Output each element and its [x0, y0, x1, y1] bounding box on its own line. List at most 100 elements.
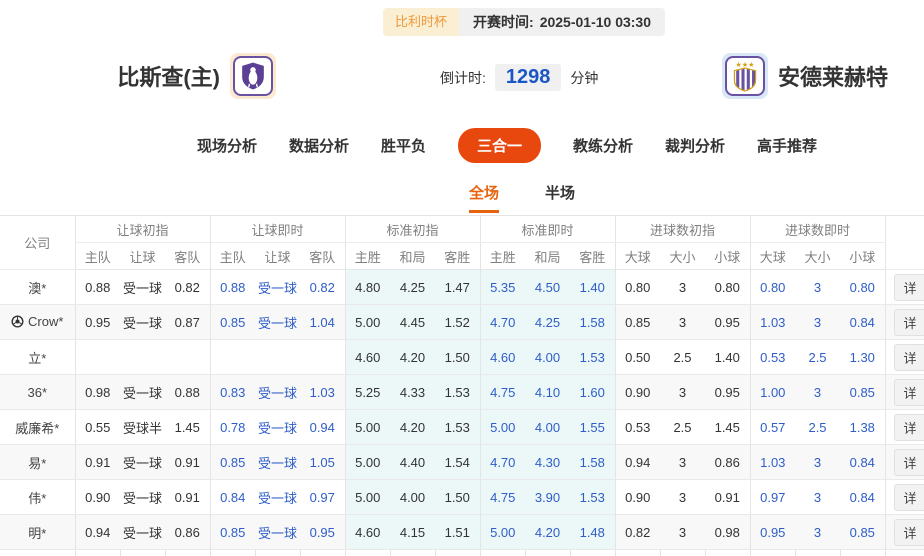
odds-cell: 4.75 — [480, 480, 525, 515]
empty-cell — [390, 550, 435, 556]
odds-cell: 1.03 — [750, 445, 795, 480]
odds-cell: 0.57 — [750, 410, 795, 445]
odds-cell: 1.03 — [750, 305, 795, 340]
odds-cell: 2.5 — [660, 340, 705, 375]
table-row: 立*4.604.201.504.604.001.530.502.51.400.5… — [0, 340, 924, 375]
nav-tab-5[interactable]: 教练分析 — [573, 135, 633, 156]
home-team-crest — [230, 53, 276, 99]
odds-cell: 受一球 — [255, 515, 300, 550]
odds-cell — [210, 340, 255, 375]
table-row: 明*0.94受一球0.860.85受一球0.954.604.151.515.00… — [0, 515, 924, 550]
company-name: 立* — [28, 348, 46, 367]
odds-cell: 1.54 — [435, 445, 480, 480]
group-header-1: 让球初指 — [75, 216, 210, 243]
nav-tab-6[interactable]: 裁判分析 — [665, 135, 725, 156]
detail-cell: 详 — [885, 410, 924, 445]
odds-cell: 受一球 — [120, 270, 165, 305]
odds-cell: 5.00 — [480, 515, 525, 550]
detail-button[interactable]: 详 — [894, 379, 924, 406]
odds-cell: 0.50 — [615, 340, 660, 375]
odds-cell: 0.80 — [750, 270, 795, 305]
away-team-block: ★★★ 安德莱赫特 — [722, 53, 888, 99]
odds-cell: 受一球 — [255, 270, 300, 305]
table-row: 易*0.91受一球0.910.85受一球1.055.004.401.544.70… — [0, 445, 924, 480]
empty-cell — [705, 550, 750, 556]
detail-button[interactable]: 详 — [894, 274, 924, 301]
odds-cell: 0.97 — [300, 480, 345, 515]
odds-table: 公司让球初指让球即时标准初指标准即时进球数初指进球数即时主队让球客队主队让球客队… — [0, 215, 924, 556]
nav-tab-2[interactable]: 数据分析 — [289, 135, 349, 156]
group-header-3: 标准初指 — [345, 216, 480, 243]
odds-cell: 1.58 — [570, 305, 615, 340]
detail-button[interactable]: 详 — [894, 449, 924, 476]
empty-cell — [885, 550, 924, 556]
odds-cell: 4.30 — [525, 445, 570, 480]
sub-header: 主队 — [75, 243, 120, 270]
odds-cell: 受一球 — [255, 480, 300, 515]
company-cell[interactable]: Crow* — [0, 305, 75, 340]
company-cell[interactable]: 伟* — [0, 480, 75, 515]
odds-cell: 0.94 — [300, 410, 345, 445]
home-crest-icon — [233, 56, 273, 96]
company-cell[interactable]: 明* — [0, 515, 75, 550]
empty-cell — [615, 550, 660, 556]
company-cell[interactable]: 易* — [0, 445, 75, 480]
detail-button[interactable]: 详 — [894, 519, 924, 546]
sub-header: 和局 — [525, 243, 570, 270]
odds-cell: 1.60 — [570, 375, 615, 410]
odds-cell: 4.25 — [525, 305, 570, 340]
odds-cell: 0.91 — [165, 445, 210, 480]
odds-cell: 0.88 — [210, 270, 255, 305]
odds-cell: 1.04 — [300, 305, 345, 340]
detail-button[interactable]: 详 — [894, 414, 924, 441]
subtab-1[interactable]: 全场 — [469, 182, 499, 213]
odds-cell: 4.70 — [480, 445, 525, 480]
sub-header: 和局 — [390, 243, 435, 270]
detail-button[interactable]: 详 — [894, 484, 924, 511]
league-badge: 比利时杯 — [383, 8, 459, 36]
nav-tabs: 现场分析 数据分析 胜平负 三合一 教练分析 裁判分析 高手推荐 — [0, 120, 924, 170]
partial-row — [0, 550, 924, 556]
odds-cell: 0.85 — [210, 305, 255, 340]
odds-cell: 3 — [660, 515, 705, 550]
odds-cell: 4.20 — [525, 515, 570, 550]
company-cell[interactable]: 威廉希* — [0, 410, 75, 445]
odds-cell: 1.53 — [570, 480, 615, 515]
home-team-name: 比斯查(主) — [117, 60, 220, 92]
detail-cell: 详 — [885, 375, 924, 410]
company-cell[interactable]: 立* — [0, 340, 75, 375]
odds-cell: 3 — [660, 445, 705, 480]
empty-cell — [345, 550, 390, 556]
nav-tab-1[interactable]: 现场分析 — [197, 135, 257, 156]
empty-cell — [210, 550, 255, 556]
nav-tab-4[interactable]: 三合一 — [458, 128, 541, 163]
odds-cell: 0.55 — [75, 410, 120, 445]
nav-tab-7[interactable]: 高手推荐 — [757, 135, 817, 156]
odds-cell: 2.5 — [660, 410, 705, 445]
nav-tab-3[interactable]: 胜平负 — [381, 135, 426, 156]
sub-header: 客胜 — [435, 243, 480, 270]
detail-cell: 详 — [885, 270, 924, 305]
group-header-5: 进球数初指 — [615, 216, 750, 243]
away-crest-icon: ★★★ — [725, 56, 765, 96]
company-cell[interactable]: 澳* — [0, 270, 75, 305]
odds-cell: 0.97 — [750, 480, 795, 515]
detail-button[interactable]: 详 — [894, 309, 924, 336]
odds-cell: 1.03 — [300, 375, 345, 410]
detail-button[interactable]: 详 — [894, 344, 924, 371]
company-cell[interactable]: 36* — [0, 375, 75, 410]
odds-cell: 0.90 — [615, 480, 660, 515]
odds-cell — [75, 340, 120, 375]
sub-header: 客胜 — [570, 243, 615, 270]
odds-cell: 4.50 — [525, 270, 570, 305]
odds-cell: 1.58 — [570, 445, 615, 480]
table-row: 澳*0.88受一球0.820.88受一球0.824.804.251.475.35… — [0, 270, 924, 305]
odds-cell: 1.45 — [705, 410, 750, 445]
odds-cell: 0.85 — [210, 445, 255, 480]
sub-header: 大小 — [795, 243, 840, 270]
subtab-2[interactable]: 半场 — [545, 182, 575, 210]
empty-cell — [120, 550, 165, 556]
detail-cell: 详 — [885, 515, 924, 550]
empty-cell — [75, 550, 120, 556]
soccer-ball-icon — [11, 315, 24, 328]
